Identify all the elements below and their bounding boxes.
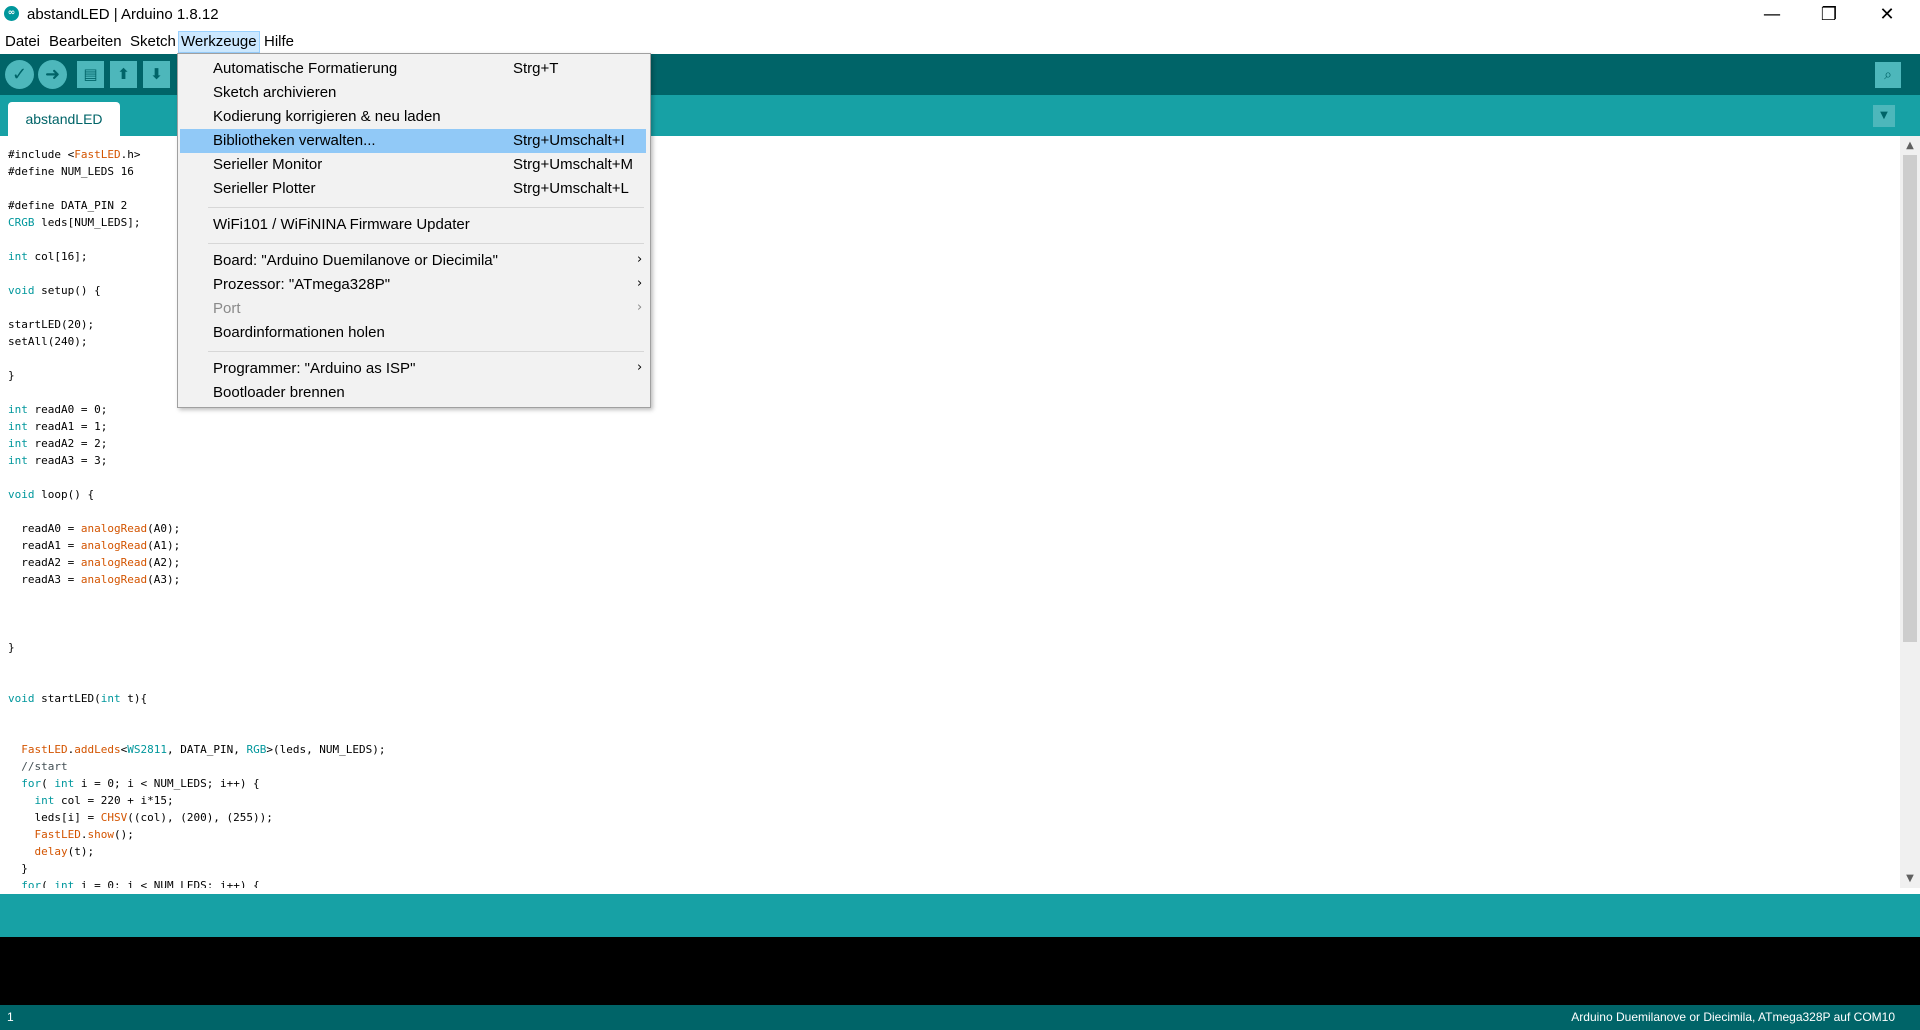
menu-separator xyxy=(208,243,644,244)
arduino-logo-icon: ∞ xyxy=(4,6,19,21)
menu-item-label: Prozessor: "ATmega328P" xyxy=(213,276,391,293)
menu-separator xyxy=(208,351,644,352)
tools-menu-item: Port › xyxy=(180,297,646,321)
menu-item-shortcut: Strg+Umschalt+L xyxy=(513,180,629,197)
scroll-up-arrow-icon[interactable]: ▲ xyxy=(1900,137,1920,154)
menu-werkzeuge[interactable]: Werkzeuge xyxy=(178,31,260,53)
code-line[interactable]: int col = 220 + i*15; xyxy=(8,792,174,809)
tools-menu-item[interactable]: Automatische Formatierung Strg+T xyxy=(180,57,646,81)
menu-item-label: Bootloader brennen xyxy=(213,384,345,401)
menu-item-label: WiFi101 / WiFiNINA Firmware Updater xyxy=(213,216,470,233)
code-line[interactable]: setAll(240); xyxy=(8,333,87,350)
tools-menu-item[interactable]: Bootloader brennen xyxy=(180,381,646,405)
tools-menu-item[interactable]: Kodierung korrigieren & neu laden xyxy=(180,105,646,129)
tab-abstandled[interactable]: abstandLED xyxy=(8,102,120,136)
menu-item-label: Kodierung korrigieren & neu laden xyxy=(213,108,441,125)
scroll-down-arrow-icon[interactable]: ▼ xyxy=(1900,870,1920,887)
code-line[interactable]: for( int i = 0; i < NUM_LEDS; i++) { xyxy=(8,775,259,792)
menu-sketch[interactable]: Sketch xyxy=(128,32,178,52)
minimize-button[interactable]: — xyxy=(1743,0,1801,29)
code-line[interactable]: readA2 = analogRead(A2); xyxy=(8,554,180,571)
line-number: 1 xyxy=(7,1010,14,1024)
code-line[interactable]: int readA1 = 1; xyxy=(8,418,107,435)
message-area xyxy=(0,894,1920,937)
tools-menu-item[interactable]: Programmer: "Arduino as ISP" › xyxy=(180,357,646,381)
menu-item-label: Automatische Formatierung xyxy=(213,60,398,77)
status-footer: 1 Arduino Duemilanove or Diecimila, ATme… xyxy=(0,1005,1920,1030)
verify-button[interactable]: ✓ xyxy=(5,60,34,89)
code-line[interactable]: int readA2 = 2; xyxy=(8,435,107,452)
close-button[interactable]: ✕ xyxy=(1858,0,1916,29)
code-line[interactable]: int readA0 = 0; xyxy=(8,401,107,418)
tools-menu-dropdown: Automatische Formatierung Strg+T Sketch ar… xyxy=(177,53,651,408)
menu-separator xyxy=(208,207,644,208)
open-sketch-button[interactable]: ⬆ xyxy=(110,61,137,88)
code-line[interactable]: void loop() { xyxy=(8,486,94,503)
submenu-arrow-icon: › xyxy=(637,252,643,267)
code-line[interactable]: } xyxy=(8,367,15,384)
submenu-arrow-icon: › xyxy=(637,300,643,315)
menu-item-label: Sketch archivieren xyxy=(213,84,337,101)
submenu-arrow-icon: › xyxy=(637,276,643,291)
code-line[interactable]: #define DATA_PIN 2 xyxy=(8,197,127,214)
menu-item-label: Serieller Plotter xyxy=(213,180,316,197)
serial-monitor-button[interactable]: ⌕ xyxy=(1875,62,1901,88)
code-line[interactable]: leds[i] = CHSV((col), (200), (255)); xyxy=(8,809,272,826)
code-line[interactable]: #include <FastLED.h> xyxy=(8,146,140,163)
tools-menu-item[interactable]: Serieller Plotter Strg+Umschalt+L xyxy=(180,177,646,201)
maximize-button[interactable]: ❐ xyxy=(1800,0,1858,29)
tools-menu-item[interactable]: Prozessor: "ATmega328P" › xyxy=(180,273,646,297)
window-title: abstandLED | Arduino 1.8.12 xyxy=(27,6,219,23)
menu-bearbeiten[interactable]: Bearbeiten xyxy=(47,32,124,52)
tools-menu-item[interactable]: Bibliotheken verwalten... Strg+Umschalt+I xyxy=(180,129,646,153)
menu-item-label: Bibliotheken verwalten... xyxy=(213,132,376,149)
code-line[interactable]: void startLED(int t){ xyxy=(8,690,147,707)
code-line[interactable]: startLED(20); xyxy=(8,316,94,333)
code-line[interactable]: void setup() { xyxy=(8,282,101,299)
menu-item-label: Serieller Monitor xyxy=(213,156,323,173)
tools-menu-item[interactable]: Boardinformationen holen xyxy=(180,321,646,345)
code-line[interactable]: int readA3 = 3; xyxy=(8,452,107,469)
code-line[interactable]: } xyxy=(8,860,28,877)
menu-item-label: Port xyxy=(213,300,241,317)
tools-menu-item[interactable]: Board: "Arduino Duemilanove or Diecimila… xyxy=(180,249,646,273)
menu-item-shortcut: Strg+Umschalt+I xyxy=(513,132,625,149)
title-bar: ∞ abstandLED | Arduino 1.8.12 — ❐ ✕ xyxy=(0,0,1920,29)
new-sketch-button[interactable]: ▤ xyxy=(77,61,104,88)
upload-button[interactable]: ➜ xyxy=(38,60,67,89)
console-output[interactable] xyxy=(0,937,1920,1005)
code-line[interactable]: CRGB leds[NUM_LEDS]; xyxy=(8,214,140,231)
save-sketch-button[interactable]: ⬇ xyxy=(143,61,170,88)
code-line[interactable]: } xyxy=(8,639,15,656)
menu-item-shortcut: Strg+T xyxy=(513,60,559,77)
code-line[interactable]: readA3 = analogRead(A3); xyxy=(8,571,180,588)
code-line[interactable]: readA1 = analogRead(A1); xyxy=(8,537,180,554)
menu-item-label: Boardinformationen holen xyxy=(213,324,385,341)
menu-bar: Datei Bearbeiten Sketch Werkzeuge Hilfe xyxy=(0,29,1920,54)
tools-menu-item[interactable]: Sketch archivieren xyxy=(180,81,646,105)
code-line[interactable]: readA0 = analogRead(A0); xyxy=(8,520,180,537)
scrollbar-thumb[interactable] xyxy=(1903,155,1917,642)
menu-datei[interactable]: Datei xyxy=(3,32,42,52)
menu-item-label: Programmer: "Arduino as ISP" xyxy=(213,360,416,377)
code-line[interactable]: #define NUM_LEDS 16 xyxy=(8,163,134,180)
menu-hilfe[interactable]: Hilfe xyxy=(262,32,296,52)
code-line[interactable]: FastLED.show(); xyxy=(8,826,134,843)
tools-menu-item[interactable]: WiFi101 / WiFiNINA Firmware Updater xyxy=(180,213,646,237)
code-line[interactable]: FastLED.addLeds<WS2811, DATA_PIN, RGB>(l… xyxy=(8,741,385,758)
code-line[interactable]: delay(t); xyxy=(8,843,95,860)
code-line[interactable]: for( int i = 0; i < NUM_LEDS; i++) { xyxy=(8,877,259,888)
board-info: Arduino Duemilanove or Diecimila, ATmega… xyxy=(1571,1010,1895,1024)
submenu-arrow-icon: › xyxy=(637,360,643,375)
menu-item-shortcut: Strg+Umschalt+M xyxy=(513,156,634,173)
tools-menu-item[interactable]: Serieller Monitor Strg+Umschalt+M xyxy=(180,153,646,177)
code-line[interactable]: //start xyxy=(8,758,67,775)
code-line[interactable]: int col[16]; xyxy=(8,248,87,265)
menu-item-label: Board: "Arduino Duemilanove or Diecimila… xyxy=(213,252,498,269)
tab-menu-button[interactable]: ▼ xyxy=(1873,105,1895,127)
